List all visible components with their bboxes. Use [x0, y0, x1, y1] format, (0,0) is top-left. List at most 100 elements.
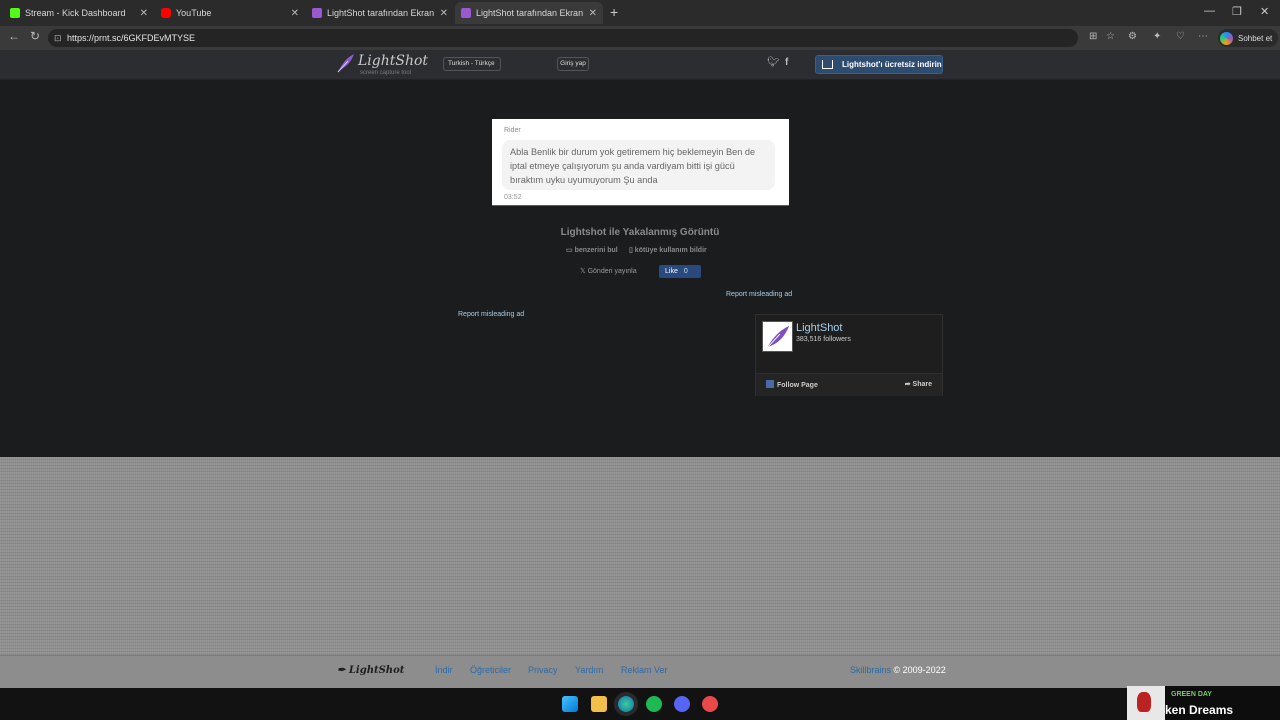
download-icon: [822, 60, 833, 69]
facebook-like-button[interactable]: Like 0: [659, 265, 701, 278]
apps-icon[interactable]: ⊞: [1089, 31, 1097, 42]
more-menu-icon[interactable]: ⋯: [1198, 31, 1208, 42]
app-icon[interactable]: [702, 696, 718, 712]
report-abuse-link[interactable]: ▯ kötüye kullanım bildir: [629, 246, 707, 254]
new-tab-icon[interactable]: +: [610, 4, 618, 20]
like-count: 0: [683, 268, 688, 275]
album-art: [1127, 686, 1165, 720]
close-icon[interactable]: ✕: [140, 8, 148, 19]
favorite-star-icon[interactable]: ☆: [1106, 31, 1115, 42]
message-sender: Rider: [504, 127, 521, 134]
page-avatar[interactable]: [762, 321, 793, 352]
message-time: 03:52: [504, 194, 522, 201]
browser-tab-bar: Stream - Kick Dashboard ✕ YouTube ✕ Ligh…: [0, 0, 1280, 26]
song-title: ken Dreams: [1165, 703, 1234, 717]
widget-action-bar: Follow Page ➦ Share: [756, 373, 942, 396]
maximize-icon[interactable]: ❐: [1232, 5, 1242, 18]
copilot-icon: [1220, 31, 1233, 45]
captured-screenshot[interactable]: Rider Abla Benlik bir durum yok getireme…: [492, 119, 789, 206]
find-similar-link[interactable]: ▭ benzerini bul: [566, 246, 618, 254]
address-toolbar: ← ↻ ⊡ https://prnt.sc/6GKFDEvMTYSE ⊞ ☆ ⚙ …: [0, 26, 1280, 50]
message-bubble: Abla Benlik bir durum yok getiremem hiç …: [502, 140, 775, 190]
taskbar: [0, 688, 1280, 720]
logo-subtitle: screen capture tool: [360, 70, 412, 76]
background-pattern: [0, 457, 1280, 655]
follow-page-button[interactable]: Follow Page: [766, 380, 818, 389]
footer-link-tutorials[interactable]: Öğreticiler: [470, 665, 511, 675]
file-explorer-icon[interactable]: [591, 696, 607, 712]
browser-essentials-icon[interactable]: ♡: [1176, 31, 1185, 42]
copilot-label: Sohbet et: [1238, 33, 1273, 43]
kick-icon: [10, 8, 20, 18]
image-icon: ▭: [566, 247, 575, 254]
youtube-icon: [161, 8, 171, 18]
footer-link-privacy[interactable]: Privacy: [528, 665, 558, 675]
minimize-icon[interactable]: —: [1204, 5, 1215, 17]
tab-lightshot-1[interactable]: LightShot tarafından Ekran Görüntü ✕: [306, 2, 454, 24]
login-button[interactable]: Giriş yap: [557, 57, 589, 71]
find-similar-label: benzerini bul: [574, 247, 618, 254]
footer-link-download[interactable]: İndir: [435, 665, 453, 675]
copyright: Skillbrains © 2009-2022: [850, 665, 946, 675]
lightshot-logo[interactable]: LightShot screen capture tool: [336, 52, 429, 76]
lightshot-icon: [312, 8, 322, 18]
tab-label: LightShot tarafından Ekran Görüntü: [476, 8, 585, 18]
share-button[interactable]: ➦ Share: [905, 380, 932, 388]
report-misleading-ad-right[interactable]: Report misleading ad: [726, 291, 792, 298]
copilot-button[interactable]: Sohbet et: [1218, 29, 1279, 47]
close-icon[interactable]: ✕: [589, 8, 597, 19]
back-icon[interactable]: ←: [8, 29, 20, 43]
url-text: https://prnt.sc/6GKFDEvMTYSE: [67, 33, 196, 43]
download-button[interactable]: Lightshot'ı ücretsiz indirin: [815, 55, 943, 74]
favorites-icon[interactable]: ✦: [1153, 31, 1161, 42]
tab-youtube[interactable]: YouTube ✕: [155, 2, 305, 24]
page-title: Lightshot ile Yakalanmış Görüntü: [560, 227, 720, 238]
lightshot-icon: [461, 8, 471, 18]
logo-text: LightShot: [358, 53, 429, 69]
x-icon: 𝕏: [580, 268, 588, 275]
lightshot-header: LightShot screen capture tool Turkish - …: [0, 50, 1280, 80]
tab-label: Stream - Kick Dashboard: [25, 8, 126, 18]
facebook-icon: [766, 380, 774, 388]
footer-logo[interactable]: ✒ LightShot: [337, 665, 404, 676]
twitter-icon[interactable]: 🐦︎: [767, 57, 780, 68]
followers-count: 383,516 followers: [796, 336, 851, 343]
discord-icon[interactable]: [674, 696, 690, 712]
footer: ✒ LightShot İndir Öğreticiler Privacy Ya…: [0, 655, 1280, 688]
close-icon[interactable]: ✕: [440, 8, 448, 19]
report-misleading-ad-left[interactable]: Report misleading ad: [458, 311, 524, 318]
reload-icon[interactable]: ↻: [30, 29, 40, 43]
tab-kick-dashboard[interactable]: Stream - Kick Dashboard ✕: [4, 2, 154, 24]
spotify-icon[interactable]: [646, 696, 662, 712]
facebook-page-widget: LightShot 383,516 followers Follow Page …: [755, 314, 943, 396]
artist-name: GREEN DAY: [1171, 691, 1212, 698]
like-label: Like: [665, 268, 678, 275]
footer-logo-text: LightShot: [348, 665, 405, 676]
close-icon[interactable]: ✕: [291, 8, 299, 19]
close-window-icon[interactable]: ✕: [1260, 5, 1269, 18]
page-name[interactable]: LightShot: [796, 322, 842, 334]
now-playing-widget: GREEN DAY ken Dreams: [1127, 686, 1280, 720]
language-select[interactable]: Turkish - Türkçe: [443, 57, 501, 71]
download-label: Lightshot'ı ücretsiz indirin: [842, 60, 942, 69]
share-icon: ➦: [904, 381, 913, 388]
follow-label: Follow Page: [777, 382, 818, 389]
tweet-label: Gönderi yayınla: [587, 268, 637, 275]
tab-label: LightShot tarafından Ekran Görüntü: [327, 8, 436, 18]
footer-link-help[interactable]: Yardım: [575, 665, 603, 675]
url-bar[interactable]: ⊡ https://prnt.sc/6GKFDEvMTYSE: [48, 29, 1078, 47]
footer-link-advertise[interactable]: Reklam Ver: [621, 665, 668, 675]
copyright-years: © 2009-2022: [893, 665, 946, 675]
report-abuse-label: kötüye kullanım bildir: [634, 247, 707, 254]
facebook-icon[interactable]: f: [785, 57, 788, 68]
extensions-icon[interactable]: ⚙: [1128, 31, 1137, 42]
company-link[interactable]: Skillbrains: [850, 665, 891, 675]
feather-icon: ✒: [337, 665, 349, 676]
tweet-button[interactable]: 𝕏 Gönderi yayınla: [580, 267, 637, 275]
edge-browser-icon[interactable]: [618, 696, 634, 712]
lock-icon: ⊡: [54, 33, 62, 43]
tab-label: YouTube: [176, 8, 212, 18]
tab-lightshot-active[interactable]: LightShot tarafından Ekran Görüntü ✕: [455, 2, 603, 24]
windows-start-icon[interactable]: [562, 696, 578, 712]
feather-icon: [337, 54, 354, 73]
